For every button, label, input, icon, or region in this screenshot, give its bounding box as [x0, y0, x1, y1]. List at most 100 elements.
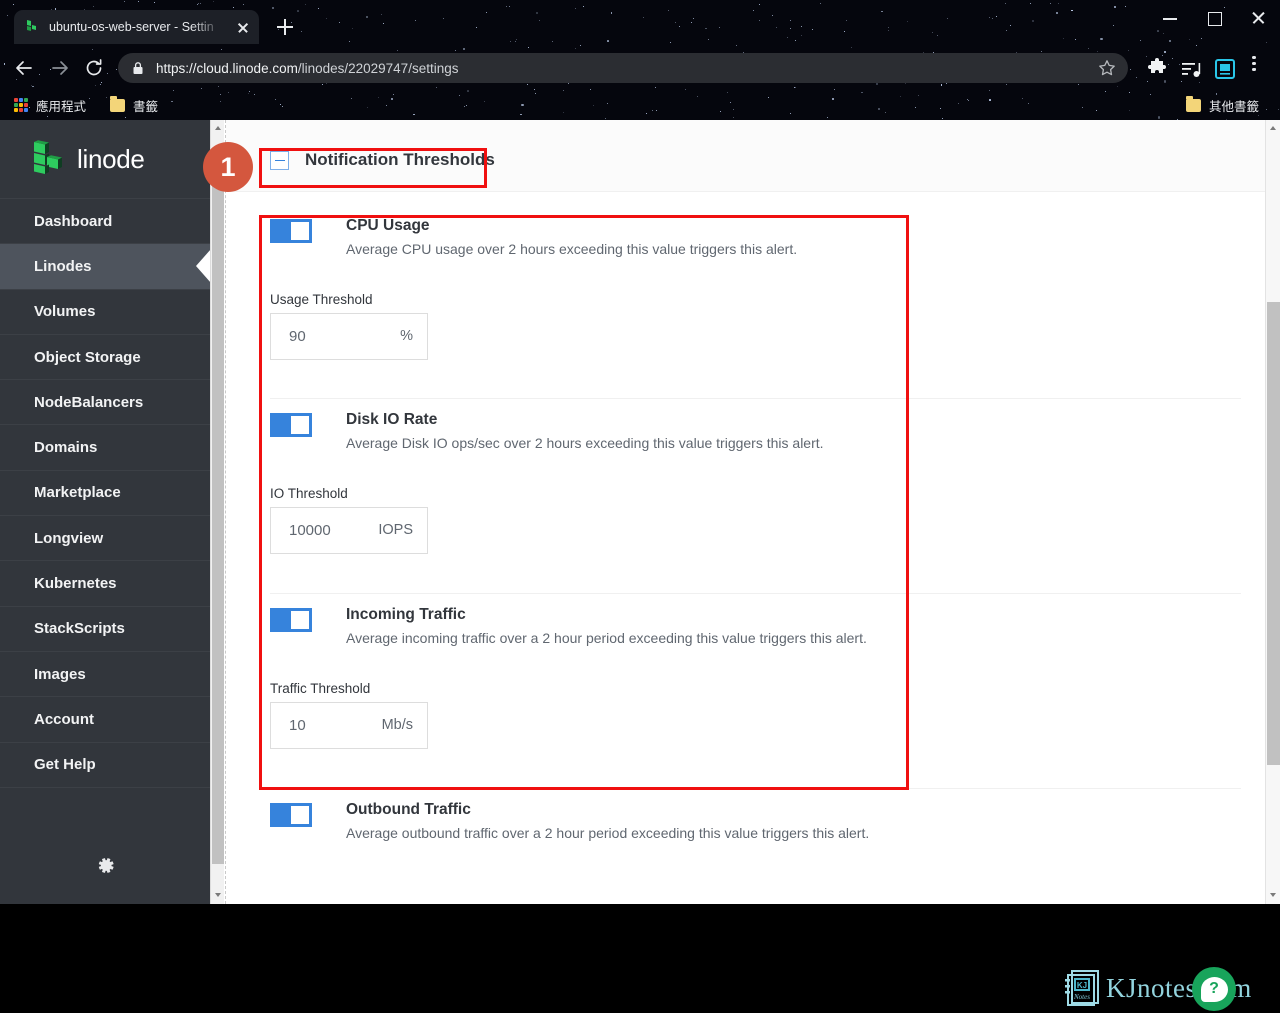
bookmark-folder[interactable]: 書籤 [110, 95, 158, 115]
threshold-unit: IOPS [378, 522, 413, 539]
sidebar-settings-button[interactable] [0, 847, 210, 887]
threshold-field-label: Usage Threshold [270, 291, 373, 307]
sidebar-item-volumes[interactable]: Volumes [0, 288, 210, 334]
threshold-input[interactable]: 10000 IOPS [270, 506, 428, 554]
toggle-switch-cpu-usage[interactable] [270, 219, 312, 243]
folder-icon [110, 96, 125, 112]
url-domain: https://cloud.linode.com [156, 60, 298, 76]
sidebar-item-longview[interactable]: Longview [0, 515, 210, 560]
threshold-input[interactable]: 90% [270, 312, 428, 360]
sidebar-item-label: Linodes [34, 257, 92, 275]
lock-icon [132, 61, 144, 75]
sidebar-item-label: Marketplace [34, 484, 121, 502]
panel-header: Notification Thresholds [226, 120, 1265, 192]
sidebar-scrollbar[interactable] [210, 120, 224, 904]
sidebar-item-stackscripts[interactable]: StackScripts [0, 605, 210, 651]
svg-text:Notes: Notes [1073, 993, 1090, 1001]
bookmark-other-label: 其他書籤 [1209, 99, 1260, 114]
sidebar-item-dashboard[interactable]: Dashboard [0, 198, 210, 243]
notification-thresholds-collapse-toggle[interactable]: Notification Thresholds [270, 150, 495, 170]
linode-wordmark: linode [77, 143, 145, 174]
address-bar[interactable]: https://cloud.linode.com/linodes/2202974… [118, 53, 1128, 83]
folder-icon [1186, 96, 1201, 112]
window-minimize-button[interactable] [1148, 4, 1192, 32]
scrollbar-thumb[interactable] [212, 154, 224, 864]
sidebar-item-domains[interactable]: Domains [0, 424, 210, 469]
scroll-up-arrow-icon[interactable] [211, 120, 225, 137]
panel-title: Notification Thresholds [305, 150, 495, 169]
profile-icon[interactable] [1212, 56, 1238, 82]
alert-name: CPU Usage [346, 217, 430, 234]
threshold-input[interactable]: 10 Mb/s [270, 701, 428, 749]
reading-list-icon[interactable] [1178, 56, 1204, 82]
apps-grid-icon [14, 98, 28, 112]
toggle-switch-incoming-traffic[interactable] [270, 608, 312, 632]
primary-sidebar: linode Dashboard Linodes Volumes Object Sto… [0, 120, 210, 904]
sidebar-item-label: Dashboard [34, 212, 113, 230]
bookmark-folder-label: 書籤 [133, 99, 159, 114]
browser-tab[interactable]: ubuntu-os-web-server - Settin [14, 10, 259, 44]
sidebar-item-kubernetes[interactable]: Kubernetes [0, 560, 210, 605]
alert-name: Outbound Traffic [346, 801, 471, 818]
gear-icon [94, 854, 116, 881]
bookmark-apps[interactable]: 應用程式 [14, 95, 86, 115]
sidebar-item-label: Longview [34, 529, 104, 547]
sidebar-item-label: Object Storage [34, 348, 141, 366]
sidebar-item-images[interactable]: Images [0, 650, 210, 696]
help-button[interactable]: ? [1192, 967, 1236, 1011]
bookmark-apps-label: 應用程式 [36, 99, 87, 114]
sidebar-item-label: Account [34, 710, 94, 728]
alert-name: Disk IO Rate [346, 411, 438, 428]
scroll-down-arrow-icon[interactable] [1266, 887, 1280, 904]
sidebar-item-label: Domains [34, 439, 98, 457]
svg-text:KJ: KJ [1077, 981, 1087, 990]
scroll-down-arrow-icon[interactable] [211, 887, 225, 904]
back-button[interactable] [6, 50, 42, 86]
section-divider [270, 593, 1241, 594]
reload-button[interactable] [76, 50, 112, 86]
threshold-value: 10000 [289, 521, 331, 539]
section-divider [270, 788, 1241, 789]
star-bookmark-icon[interactable] [1098, 59, 1116, 77]
alert-description: Average CPU usage over 2 hours exceeding… [346, 241, 798, 258]
extensions-puzzle-icon[interactable] [1144, 56, 1170, 82]
three-dot-menu-icon[interactable] [1246, 56, 1262, 82]
reload-icon [86, 59, 102, 76]
browser-page-scrollbar[interactable] [1265, 120, 1280, 904]
window-maximize-button[interactable] [1192, 4, 1236, 32]
tab-favicon-icon [24, 19, 40, 35]
new-tab-button[interactable] [272, 14, 298, 40]
alert-row: CPU Usage Average CPU usage over 2 hours … [226, 216, 1241, 360]
scrollbar-thumb[interactable] [1267, 302, 1280, 765]
sidebar-item-label: NodeBalancers [34, 393, 144, 411]
sidebar-item-nodebalancers[interactable]: NodeBalancers [0, 379, 210, 424]
sidebar-item-label: Images [34, 665, 86, 683]
minus-collapse-icon[interactable] [270, 150, 289, 170]
alert-description: Average incoming traffic over a 2 hour p… [346, 630, 867, 647]
alert-row: Incoming Traffic Average incoming traffic… [226, 605, 1241, 749]
bookmark-other-folder[interactable]: 其他書籤 [1186, 95, 1259, 115]
section-divider [270, 398, 1241, 399]
sidebar-item-marketplace[interactable]: Marketplace [0, 469, 210, 515]
tab-strip: ubuntu-os-web-server - Settin [0, 0, 1280, 44]
sidebar-item-get-help[interactable]: Get Help [0, 741, 210, 787]
sidebar-item-account[interactable]: Account [0, 696, 210, 741]
toggle-switch-outbound-traffic[interactable] [270, 803, 312, 827]
toggle-knob [291, 416, 309, 434]
sidebar-item-object-storage[interactable]: Object Storage [0, 333, 210, 379]
window-close-button[interactable] [1236, 4, 1280, 32]
annotation-badge-1: 1 [203, 142, 253, 192]
navigation-toolbar: https://cloud.linode.com/linodes/2202974… [0, 46, 1280, 90]
linode-logo[interactable]: linode [0, 120, 210, 198]
alert-description: Average outbound traffic over a 2 hour p… [346, 825, 870, 842]
toggle-knob [291, 806, 309, 824]
threshold-value: 10 [289, 716, 306, 734]
sidebar-item-linodes[interactable]: Linodes [0, 243, 210, 289]
toggle-switch-disk-io-rate[interactable] [270, 413, 312, 437]
back-arrow-icon [16, 61, 32, 75]
forward-button[interactable] [42, 50, 78, 86]
forward-arrow-icon [52, 61, 68, 75]
tab-close-icon[interactable] [233, 17, 253, 37]
scroll-up-arrow-icon[interactable] [1266, 120, 1280, 137]
question-mark-help-icon: ? [1200, 976, 1228, 1002]
